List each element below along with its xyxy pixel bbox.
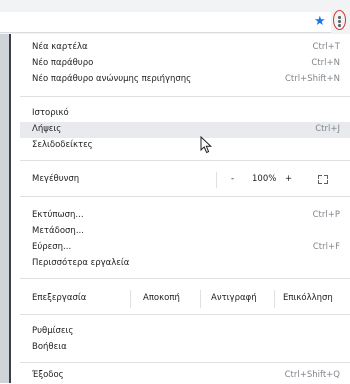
menu-divider bbox=[20, 196, 350, 197]
menu-item-label: Λήψεις bbox=[32, 124, 62, 134]
menu-item-cast[interactable]: Μετάδοση... bbox=[20, 224, 350, 240]
menu-divider bbox=[20, 96, 350, 97]
menu-item-edit: Επεξεργασία Αποκοπή Αντιγραφή Επικόλληση bbox=[20, 290, 350, 308]
shortcut-label: Ctrl+Shift+Q bbox=[284, 370, 340, 380]
shortcut-label: Ctrl+J bbox=[315, 124, 340, 134]
menu-item-more-tools[interactable]: Περισσότερα εργαλεία bbox=[20, 256, 350, 272]
mouse-cursor-icon bbox=[200, 136, 213, 154]
zoom-in-button[interactable]: + bbox=[285, 174, 292, 184]
menu-item-label: Μεγέθυνση bbox=[32, 174, 80, 184]
menu-item-label: Ιστορικό bbox=[32, 108, 69, 118]
menu-item-exit[interactable]: Έξοδος Ctrl+Shift+Q bbox=[20, 368, 350, 384]
menu-divider bbox=[20, 160, 350, 161]
menu-item-new-tab[interactable]: Νέα καρτέλα Ctrl+T bbox=[20, 40, 350, 56]
menu-item-label: Νέο παράθυρο bbox=[32, 58, 94, 68]
menu-item-help[interactable]: Βοήθεια bbox=[20, 340, 350, 356]
menu-item-label: Εκτύπωση... bbox=[32, 210, 84, 220]
menu-item-label: Νέα καρτέλα bbox=[32, 42, 88, 52]
menu-item-label: Έξοδος bbox=[32, 370, 64, 380]
menu-item-label: Βοήθεια bbox=[32, 342, 67, 352]
menu-item-label: Εύρεση... bbox=[32, 242, 72, 252]
browser-toolbar: ★ bbox=[0, 0, 350, 34]
shortcut-label: Ctrl+Shift+N bbox=[284, 74, 340, 84]
kebab-menu-icon[interactable] bbox=[332, 10, 348, 32]
menu-divider bbox=[20, 314, 350, 315]
menu-item-new-window[interactable]: Νέο παράθυρο Ctrl+N bbox=[20, 56, 350, 72]
menu-item-find[interactable]: Εύρεση... Ctrl+F bbox=[20, 240, 350, 256]
menu-item-label: Περισσότερα εργαλεία bbox=[32, 258, 130, 268]
zoom-out-button[interactable]: - bbox=[231, 174, 234, 184]
menu-item-settings[interactable]: Ρυθμίσεις bbox=[20, 324, 350, 340]
cut-button[interactable]: Αποκοπή bbox=[130, 290, 201, 308]
menu-item-label: Επεξεργασία bbox=[32, 293, 87, 303]
menu-divider bbox=[20, 278, 350, 279]
menu-item-incognito[interactable]: Νέο παράθυρο ανώνυμης περιήγησης Ctrl+Sh… bbox=[20, 72, 350, 88]
menu-item-label: Μετάδοση... bbox=[32, 226, 84, 236]
paste-label: Επικόλληση bbox=[283, 293, 333, 303]
copy-label: Αντιγραφή bbox=[211, 293, 257, 303]
menu-item-history[interactable]: Ιστορικό bbox=[20, 106, 350, 122]
page-background bbox=[0, 34, 11, 383]
paste-button[interactable]: Επικόλληση bbox=[274, 290, 350, 308]
menu-item-label: Νέο παράθυρο ανώνυμης περιήγησης bbox=[32, 74, 192, 84]
menu-item-downloads[interactable]: Λήψεις Ctrl+J bbox=[20, 122, 350, 138]
shortcut-label: Ctrl+P bbox=[312, 210, 340, 220]
menu-divider bbox=[20, 362, 350, 363]
copy-button[interactable]: Αντιγραφή bbox=[200, 290, 275, 308]
star-icon[interactable]: ★ bbox=[314, 13, 326, 31]
menu-item-label: Σελιδοδείκτες bbox=[32, 140, 93, 150]
address-bar[interactable]: ★ bbox=[0, 12, 331, 33]
shortcut-label: Ctrl+T bbox=[312, 42, 340, 52]
browser-menu: Νέα καρτέλα Ctrl+T Νέο παράθυρο Ctrl+N Ν… bbox=[20, 34, 350, 383]
zoom-level: 100% bbox=[252, 174, 277, 184]
menu-item-zoom: Μεγέθυνση - 100% + bbox=[20, 172, 350, 188]
fullscreen-icon[interactable] bbox=[318, 175, 328, 184]
menu-item-bookmarks[interactable]: Σελιδοδείκτες bbox=[20, 138, 350, 154]
shortcut-label: Ctrl+F bbox=[312, 242, 340, 252]
menu-item-label: Ρυθμίσεις bbox=[32, 326, 74, 336]
menu-item-print[interactable]: Εκτύπωση... Ctrl+P bbox=[20, 208, 350, 224]
cut-label: Αποκοπή bbox=[143, 293, 180, 303]
shortcut-label: Ctrl+N bbox=[311, 58, 340, 68]
